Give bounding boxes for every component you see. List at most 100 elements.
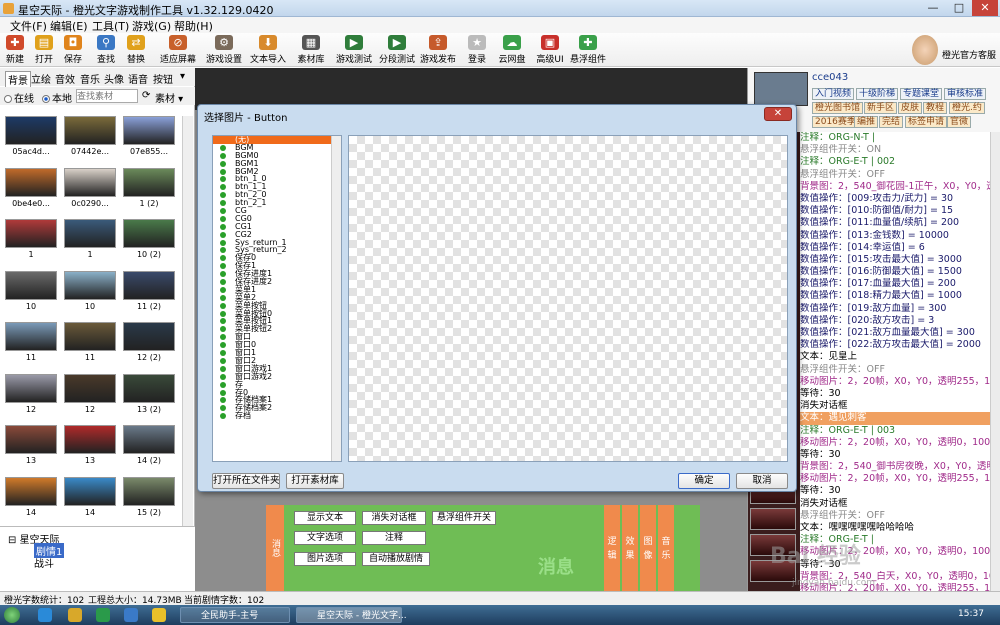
asset-thumb[interactable]: 14	[63, 476, 117, 525]
close-button[interactable]: ✕	[972, 0, 998, 16]
asset-thumb[interactable]: 10	[63, 270, 117, 319]
script-line[interactable]: 数值操作：[009:攻击力/武力] = 30	[800, 193, 990, 205]
image-list-item[interactable]: 保存进度1	[213, 270, 341, 278]
asset-thumb[interactable]: 1	[63, 219, 117, 267]
browser-icon[interactable]	[124, 608, 138, 622]
community-tag[interactable]: 教程	[923, 102, 948, 114]
asset-thumb[interactable]: 13	[4, 425, 58, 473]
open-library-button[interactable]: 打开素材库	[286, 473, 344, 489]
toolbar-button-6[interactable]: ⚙ 游戏设置	[206, 35, 242, 65]
image-list-item[interactable]: BGM1	[213, 159, 341, 168]
community-tag[interactable]: 官微	[947, 116, 972, 128]
asset-thumb[interactable]: 12 (2)	[122, 322, 176, 370]
asset-tab-5[interactable]: 语音	[128, 71, 148, 86]
script-line[interactable]: 等待：30	[800, 388, 990, 400]
image-list-item[interactable]: 窗口0	[213, 341, 341, 349]
community-tag[interactable]: 标签申请	[905, 116, 948, 128]
asset-tab-2[interactable]: 音效	[55, 71, 75, 86]
command-tab-3[interactable]: 音乐	[658, 505, 674, 591]
ok-button[interactable]: 确定	[678, 473, 730, 489]
script-line[interactable]: 数值操作：[016:防御最大值] = 1500	[800, 266, 990, 278]
material-dropdown[interactable]: 素材 ▾	[155, 90, 183, 105]
player-icon[interactable]	[96, 608, 110, 622]
image-list-item[interactable]: 存	[213, 380, 341, 389]
toolbar-button-13[interactable]: ☁ 云网盘	[496, 35, 528, 65]
image-list-item[interactable]: BGM	[213, 143, 341, 152]
image-list-item[interactable]: 菜单按钮2	[213, 325, 341, 333]
script-line[interactable]: 数值操作：[019:敌方血量] = 300	[800, 303, 990, 315]
open-folder-button[interactable]: 打开所在文件夹	[212, 473, 280, 489]
asset-tab-4[interactable]: 头像	[104, 71, 124, 86]
cancel-button[interactable]: 取消	[736, 473, 788, 489]
script-line[interactable]: 数值操作：[014:幸运值] = 6	[800, 242, 990, 254]
menu-file[interactable]: 文件(F)	[10, 18, 47, 34]
asset-thumb[interactable]: 11	[63, 322, 117, 370]
script-line[interactable]: 文本：见皇上	[800, 351, 990, 363]
image-list-item[interactable]: 存储档案2	[213, 404, 341, 412]
toolbar-button-11[interactable]: ⇪ 游戏发布	[418, 35, 458, 65]
image-list-item[interactable]: 保存进度2	[213, 278, 341, 286]
image-list-item[interactable]: CG	[213, 207, 341, 215]
script-line[interactable]: 数值操作：[011:血量值/续航] = 200	[800, 217, 990, 229]
asset-tab-0[interactable]: 背景	[5, 71, 31, 88]
command-button-6[interactable]: 自动播放剧情	[362, 552, 430, 566]
script-line[interactable]: 数值操作：[010:防御值/耐力] = 15	[800, 205, 990, 217]
dialog-close-button[interactable]: ✕	[764, 107, 792, 121]
image-list-item[interactable]: 菜单2	[213, 293, 341, 302]
toolbar-button-1[interactable]: ▤ 打开	[32, 35, 56, 65]
community-tag[interactable]: 专题课堂	[900, 88, 943, 100]
asset-thumb[interactable]: 11	[4, 322, 58, 370]
toolbar-button-2[interactable]: ◘ 保存	[62, 35, 84, 65]
image-list-item[interactable]: 菜单按钮1	[213, 317, 341, 325]
online-radio[interactable]: 在线	[4, 90, 34, 105]
asset-thumb[interactable]: 15 (2)	[122, 476, 176, 525]
asset-thumb[interactable]: 07442e...	[63, 116, 117, 164]
image-list-item[interactable]: 窗口1	[213, 349, 341, 357]
toolbar-button-9[interactable]: ▶ 游戏测试	[336, 35, 372, 65]
menu-game[interactable]: 游戏(G)	[132, 18, 171, 34]
asset-search-input[interactable]	[76, 89, 138, 103]
asset-thumb[interactable]: 14 (2)	[122, 425, 176, 473]
image-list-item[interactable]: btn_2_1	[213, 199, 341, 207]
image-list-scrollbar[interactable]	[331, 136, 341, 461]
script-line[interactable]: 数值操作：[022:敌方攻击最大值] = 2000	[800, 339, 990, 351]
toolbar-button-0[interactable]: ✚ 新建	[4, 35, 26, 65]
image-list-item[interactable]: 存0	[213, 388, 341, 397]
start-button[interactable]	[4, 607, 20, 623]
toolbar-button-7[interactable]: ⬇ 文本导入	[248, 35, 288, 65]
image-list-item[interactable]: CG1	[213, 222, 341, 231]
image-list-item[interactable]: 保存0	[213, 254, 341, 262]
command-tab-2[interactable]: 图像	[640, 505, 656, 591]
script-line[interactable]: 移动图片：2，20帧，X0，Y0，透明0，100%，100%	[800, 437, 990, 449]
asset-tab-1[interactable]: 立绘	[31, 71, 51, 86]
image-list-item[interactable]: btn_1_1	[213, 183, 341, 191]
image-list-item[interactable]: 菜单按钮	[213, 301, 341, 310]
image-list-item[interactable]: 窗口	[213, 333, 341, 341]
menu-tools[interactable]: 工具(T)	[92, 18, 129, 34]
toolbar-button-8[interactable]: ▦ 素材库	[296, 35, 326, 65]
chat-icon[interactable]	[152, 608, 166, 622]
community-tag[interactable]: 审核标准	[944, 88, 987, 100]
script-line[interactable]: 数值操作：[013:金钱数] = 10000	[800, 230, 990, 242]
asset-thumb[interactable]: 07e855...	[122, 116, 176, 164]
script-scrollbar[interactable]	[990, 132, 1000, 591]
community-tag[interactable]: 入门视频	[812, 88, 855, 100]
script-line[interactable]: 等待：30	[800, 485, 990, 497]
image-list-item[interactable]: CG0	[213, 214, 341, 223]
script-line[interactable]: 消失对话框	[800, 400, 990, 412]
folder-icon[interactable]	[68, 608, 82, 622]
task-editor[interactable]: 星空天际 - 橙光文字...	[296, 607, 407, 623]
user-avatar[interactable]	[754, 72, 808, 106]
script-line[interactable]: 悬浮组件开关：OFF	[800, 169, 990, 181]
script-line[interactable]: 数值操作：[015:攻击最大值] = 3000	[800, 254, 990, 266]
command-button-5[interactable]: 图片选项	[294, 552, 356, 566]
username[interactable]: cce043	[812, 72, 848, 83]
asset-thumb[interactable]: 0be4e0...	[4, 167, 58, 216]
asset-thumb[interactable]: 13	[63, 425, 117, 473]
image-list-item[interactable]: btn_1_0	[213, 175, 341, 183]
asset-thumb[interactable]: 12	[4, 373, 58, 422]
image-list-item[interactable]: BGM2	[213, 167, 341, 176]
command-button-2[interactable]: 悬浮组件开关	[432, 511, 496, 525]
toolbar-button-10[interactable]: ▶ 分段测试	[378, 35, 416, 65]
command-tab-1[interactable]: 效果	[622, 505, 638, 591]
